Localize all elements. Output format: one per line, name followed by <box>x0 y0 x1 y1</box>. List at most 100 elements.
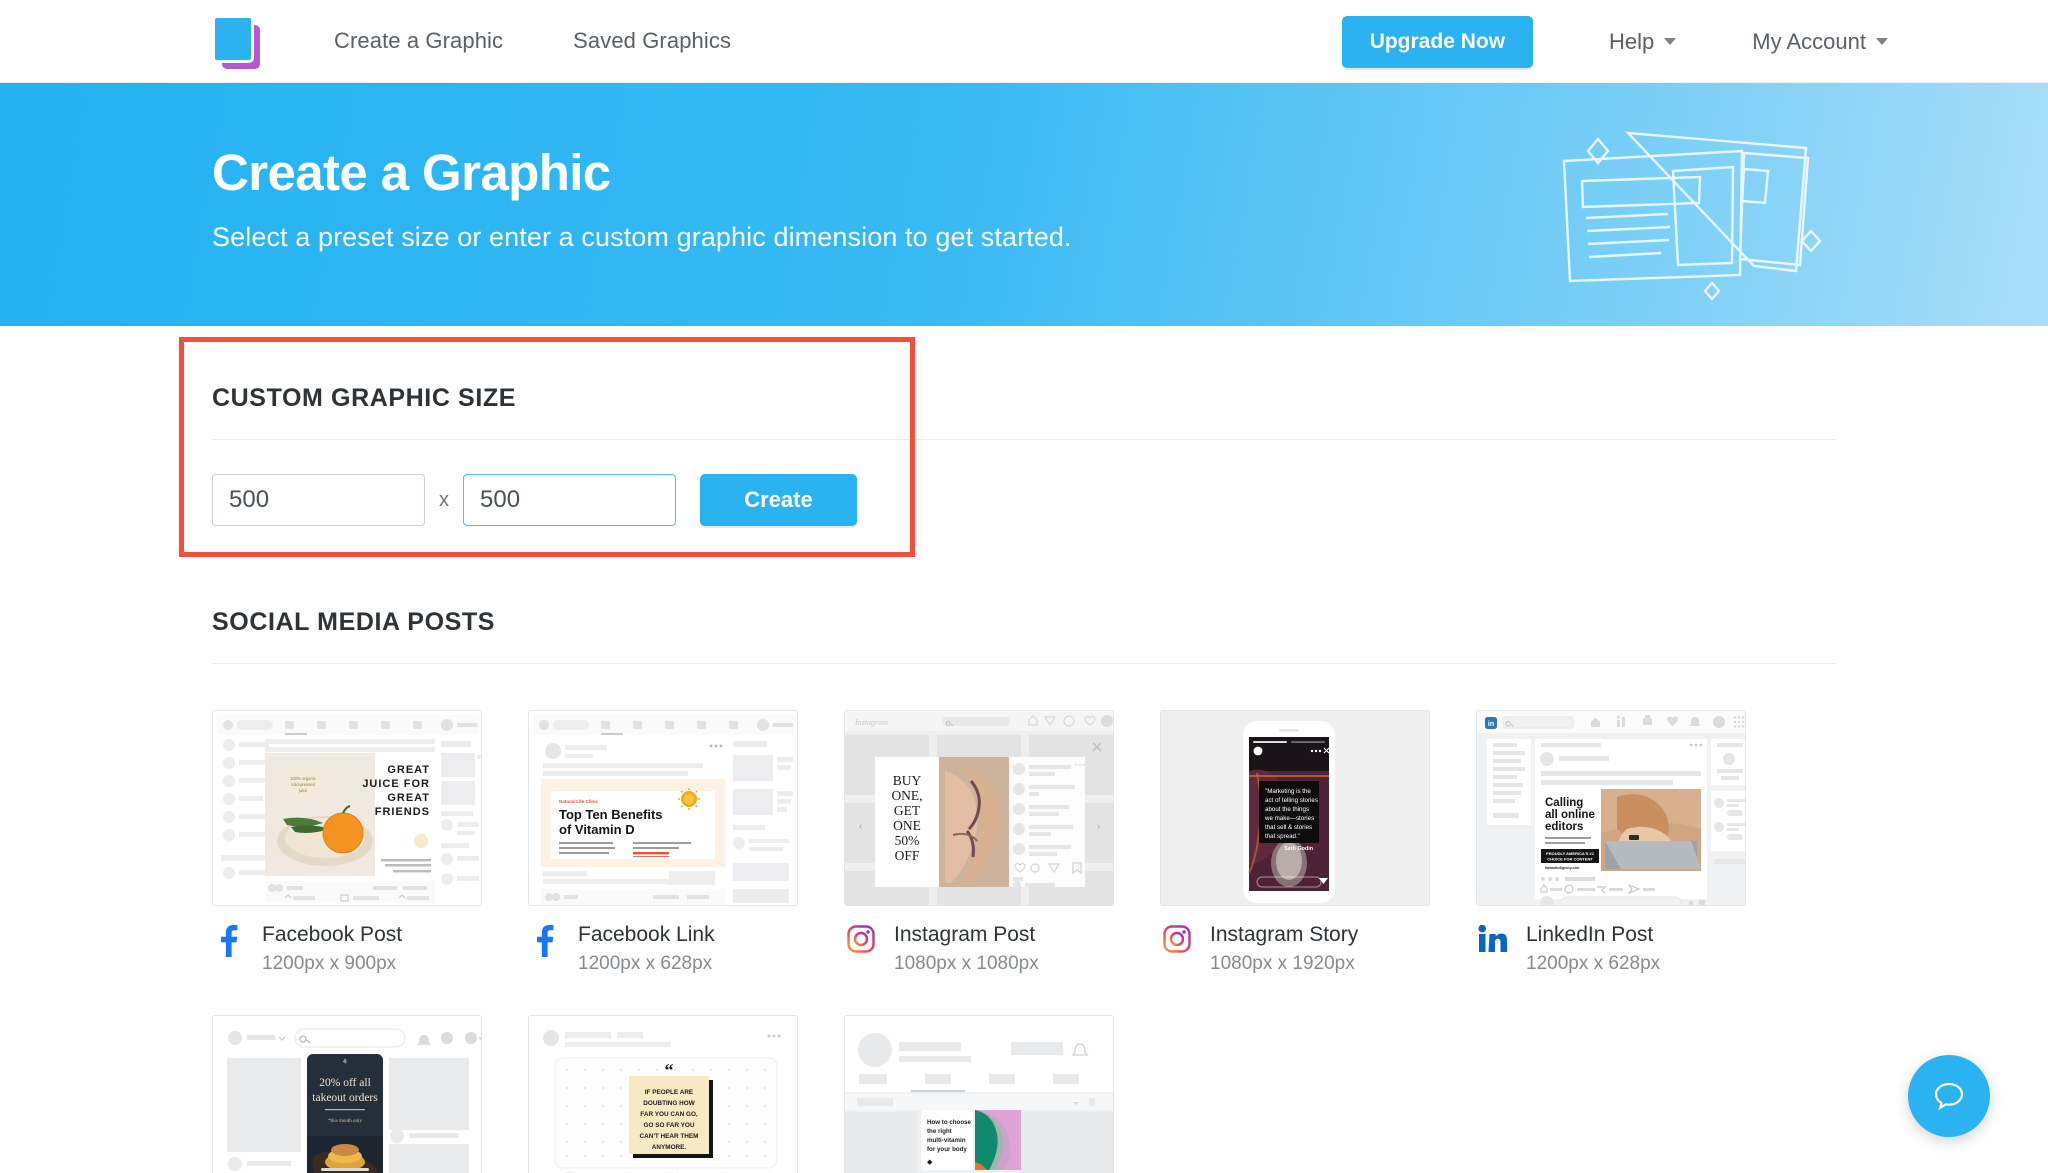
svg-text:20% off all: 20% off all <box>319 1077 371 1089</box>
create-button[interactable]: Create <box>700 474 857 526</box>
card-text-group: Facebook Link 1200px x 628px <box>578 923 715 975</box>
svg-text:How to choose: How to choose <box>927 1119 972 1126</box>
stencil-logo[interactable] <box>212 15 264 69</box>
quote-post-thumbnail: “ IF PEOPLE ARE DOUBTING HOW FAR YOU CAN… <box>528 1015 798 1173</box>
facebook-post-thumbnail: 100% organic cold-pressed juice GREAT JU… <box>212 710 482 906</box>
svg-text:ONE: ONE <box>893 818 921 833</box>
svg-text:GREAT: GREAT <box>387 792 430 804</box>
divider <box>212 439 1836 440</box>
my-account-menu[interactable]: My Account <box>1752 29 1888 55</box>
svg-text:takeout orders: takeout orders <box>312 1092 378 1104</box>
svg-text:›: › <box>1097 821 1100 832</box>
card-meta: Instagram Post 1080px x 1080px <box>844 923 1114 975</box>
svg-text:for your body: for your body <box>927 1146 967 1153</box>
help-menu-label: Help <box>1609 28 1655 54</box>
svg-text:100% organic: 100% organic <box>290 776 316 781</box>
preset-cards-row-1: 100% organic cold-pressed juice GREAT JU… <box>212 710 1836 975</box>
preset-card-vitamin-article[interactable]: How to choose the right multi-vitamin fo… <box>844 1015 1114 1173</box>
card-dimensions: 1200px x 900px <box>262 953 397 975</box>
preset-cards-row-2: ⚘ 20% off all takeout orders *this month… <box>212 1015 1836 1173</box>
custom-graphic-size-panel: CUSTOM GRAPHIC SIZE x Create <box>212 346 1836 526</box>
svg-text:*this month only: *this month only <box>328 1119 362 1124</box>
custom-size-form: x Create <box>212 474 948 526</box>
card-dimensions: 1200px x 628px <box>578 953 713 975</box>
preset-card-facebook-post[interactable]: 100% organic cold-pressed juice GREAT JU… <box>212 710 482 975</box>
svg-text:of Vitamin D: of Vitamin D <box>559 822 635 837</box>
nav-saved-graphics[interactable]: Saved Graphics <box>573 28 731 54</box>
my-account-menu-label: My Account <box>1752 28 1866 54</box>
svg-text:GO SO FAR YOU: GO SO FAR YOU <box>643 1122 694 1129</box>
preset-card-instagram-post[interactable]: Instagram BUY ONE, GET ONE 50% OFF ‹ › I… <box>844 710 1114 975</box>
social-media-posts-title: SOCIAL MEDIA POSTS <box>212 608 496 636</box>
facebook-icon <box>212 925 246 957</box>
card-dimensions: 1080px x 1920px <box>1210 953 1355 975</box>
preset-card-quote-post[interactable]: “ IF PEOPLE ARE DOUBTING HOW FAR YOU CAN… <box>528 1015 798 1173</box>
header-right-group: Upgrade Now Help My Account <box>1341 0 1888 83</box>
card-meta: LinkedIn Post 1200px x 628px <box>1476 923 1746 975</box>
svg-text:Top Ten Benefits: Top Ten Benefits <box>559 807 663 822</box>
svg-text:“: “ <box>665 1060 674 1080</box>
svg-text:Seth Godin: Seth Godin <box>1284 846 1313 852</box>
facebook-icon <box>528 925 562 957</box>
svg-text:about the things: about the things <box>1265 806 1309 813</box>
svg-text:act of telling stories: act of telling stories <box>1265 797 1318 804</box>
card-title: Facebook Post <box>262 923 403 946</box>
chat-bubble-icon <box>1934 1082 1964 1111</box>
help-chat-button[interactable] <box>1908 1055 1990 1137</box>
svg-text:◆: ◆ <box>927 1159 933 1166</box>
card-title: Instagram Post <box>894 923 1036 946</box>
svg-text:‹: ‹ <box>859 821 862 832</box>
chevron-down-icon <box>1876 38 1888 45</box>
svg-text:BUY: BUY <box>893 773 922 788</box>
card-dimensions: 1080px x 1080px <box>894 953 1039 975</box>
svg-text:fantasticdigency.com: fantasticdigency.com <box>1545 866 1579 870</box>
height-input[interactable] <box>463 474 676 526</box>
svg-text:ANYMORE.: ANYMORE. <box>652 1144 687 1151</box>
svg-text:⚘: ⚘ <box>342 1058 348 1066</box>
site-header: Create a Graphic Saved Graphics Upgrade … <box>0 0 2048 83</box>
svg-text:IF PEOPLE ARE: IF PEOPLE ARE <box>645 1089 694 1096</box>
nav-create-a-graphic[interactable]: Create a Graphic <box>334 28 503 54</box>
svg-text:we make—stories: we make—stories <box>1264 815 1314 822</box>
card-dimensions: 1200px x 628px <box>1526 953 1661 975</box>
card-text-group: Instagram Story 1080px x 1920px <box>1210 923 1358 975</box>
logo-front-square <box>212 15 254 63</box>
svg-text:in: in <box>1488 721 1494 728</box>
main-content: CUSTOM GRAPHIC SIZE x Create SOCIAL MEDI… <box>0 337 2048 1173</box>
custom-graphic-size-title: CUSTOM GRAPHIC SIZE <box>212 384 517 412</box>
card-text-group: Facebook Post 1200px x 900px <box>262 923 402 975</box>
upgrade-now-button[interactable]: Upgrade Now <box>1341 15 1534 68</box>
linkedin-icon <box>1476 925 1510 953</box>
preset-card-food-promo[interactable]: ⚘ 20% off all takeout orders *this month… <box>212 1015 482 1173</box>
preset-card-instagram-story[interactable]: "Marketing is the act of telling stories… <box>1160 710 1430 975</box>
svg-text:FAR YOU CAN GO,: FAR YOU CAN GO, <box>640 1111 698 1118</box>
svg-text:CAN'T HEAR THEM: CAN'T HEAR THEM <box>639 1133 698 1140</box>
svg-text:that spread.": that spread." <box>1265 833 1300 840</box>
instagram-icon <box>844 925 878 953</box>
svg-text:Natural Life Clinic: Natural Life Clinic <box>559 799 598 804</box>
svg-text:DOUBTING HOW: DOUBTING HOW <box>643 1100 695 1107</box>
svg-text:cold-pressed: cold-pressed <box>291 782 316 787</box>
preset-card-facebook-link[interactable]: Natural Life Clinic Top Ten Benefits of … <box>528 710 798 975</box>
preset-card-linkedin-post[interactable]: in Calling all online editors PROUDLY AM… <box>1476 710 1746 975</box>
svg-text:multi-vitamin: multi-vitamin <box>927 1137 966 1144</box>
svg-text:50%: 50% <box>895 833 920 848</box>
svg-text:all online: all online <box>1545 809 1595 821</box>
svg-text:GET: GET <box>894 803 921 818</box>
help-menu[interactable]: Help <box>1609 28 1677 55</box>
food-promo-thumbnail: ⚘ 20% off all takeout orders *this month… <box>212 1015 482 1173</box>
card-title: Instagram Story <box>1210 923 1359 946</box>
svg-text:editors: editors <box>1545 821 1583 833</box>
custom-graphic-size-section: CUSTOM GRAPHIC SIZE x Create <box>179 337 1836 557</box>
svg-text:"Marketing is the: "Marketing is the <box>1265 788 1311 795</box>
svg-text:Calling: Calling <box>1545 797 1583 809</box>
width-input[interactable] <box>212 474 425 526</box>
svg-text:GREAT: GREAT <box>387 764 430 776</box>
card-text-group: Instagram Post 1080px x 1080px <box>894 923 1039 975</box>
svg-text:the right: the right <box>927 1128 952 1135</box>
svg-text:JUICE FOR: JUICE FOR <box>362 778 430 790</box>
svg-text:PROUDLY AMERICA'S #1: PROUDLY AMERICA'S #1 <box>1546 851 1595 856</box>
instagram-post-thumbnail: Instagram BUY ONE, GET ONE 50% OFF ‹ › <box>844 710 1114 906</box>
svg-text:juice: juice <box>298 788 308 793</box>
divider <box>212 663 1836 664</box>
